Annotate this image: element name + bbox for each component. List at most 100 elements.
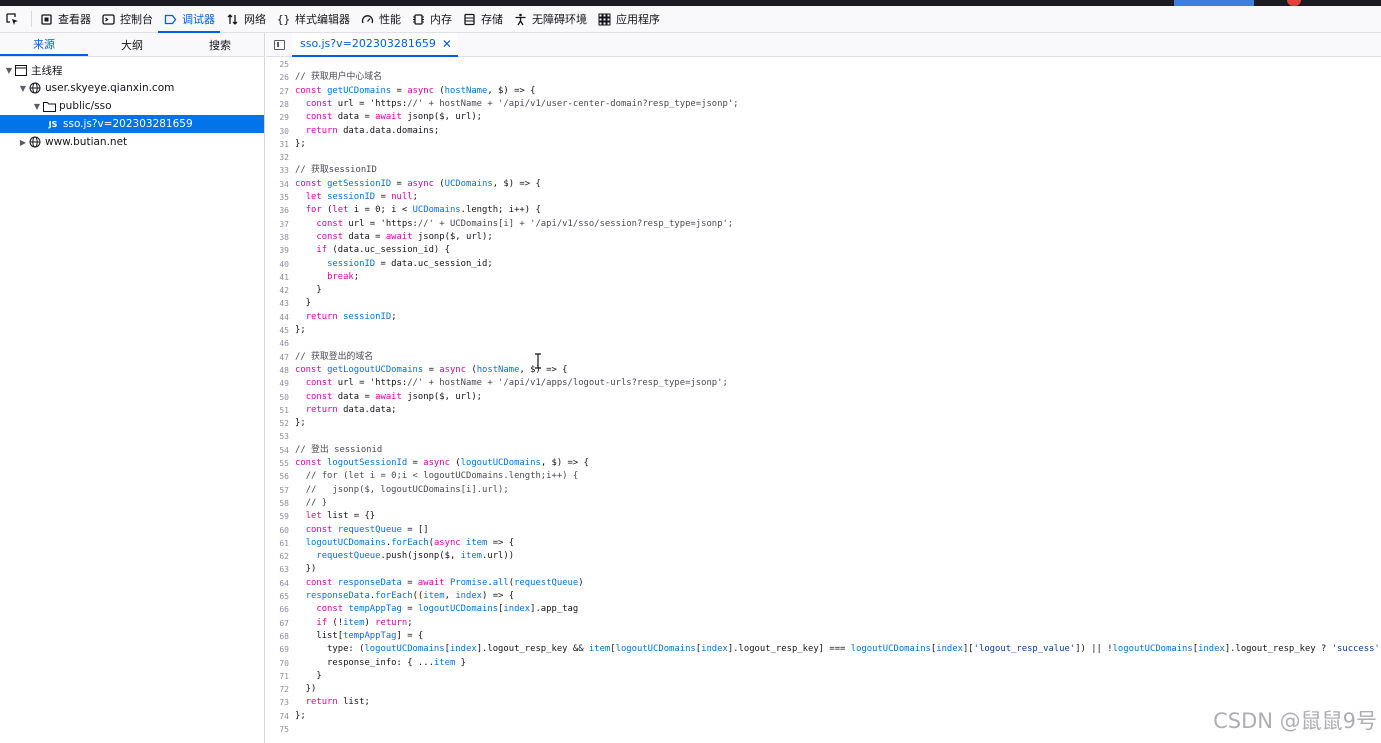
tree-item-domain-skyeye[interactable]: ▼ user.skyeye.qianxin.com [0,79,264,97]
line-number[interactable]: 65 [266,590,289,603]
line-number[interactable]: 62 [266,550,289,563]
line-number[interactable]: 70 [266,657,289,670]
line-number[interactable]: 42 [266,284,289,297]
line-number[interactable]: 57 [266,484,289,497]
line-number[interactable]: 32 [266,151,289,164]
code-line[interactable]: 40 sessionID = data.uc_session_id; [266,258,492,271]
close-icon[interactable]: ✕ [442,37,452,51]
code-line[interactable]: 57 // jsonp($, logoutUCDomains[i].url); [266,484,508,497]
code-line[interactable]: 64 const responseData = await Promise.al… [266,577,583,590]
tab-performance[interactable]: 性能 [355,6,406,33]
line-number[interactable]: 39 [266,244,289,257]
line-number[interactable]: 31 [266,138,289,151]
line-number[interactable]: 33 [266,164,289,177]
line-number[interactable]: 67 [266,617,289,630]
line-number[interactable]: 60 [266,524,289,537]
tab-sources[interactable]: 来源 [0,33,88,56]
code-line[interactable]: 32 [266,151,295,164]
code-line[interactable]: 45}; [266,324,305,337]
line-number[interactable]: 66 [266,603,289,616]
code-line[interactable]: 39 if (data.uc_session_id) { [266,244,450,257]
tree-item-folder-public-sso[interactable]: ▼ public/sso [0,97,264,115]
code-editor[interactable]: 25 26 // 获取用户中心域名 27 const getUCDomains = as… [266,58,1381,743]
code-line[interactable]: 70 response_info: { ...item } [266,657,466,670]
code-line[interactable]: 73 return list; [266,696,369,709]
element-picker-button[interactable] [0,6,29,33]
tab-memory[interactable]: 内存 [406,6,457,33]
code-line[interactable]: 25 [266,58,295,71]
code-line[interactable]: 49 const url = 'https://' + hostName + '… [266,377,727,390]
code-line[interactable]: 47 // 获取登出的域名 [266,351,373,364]
code-line[interactable]: 63 }) [266,563,316,576]
line-number[interactable]: 27 [266,85,289,98]
tab-network[interactable]: 网络 [220,6,271,33]
line-number[interactable]: 72 [266,683,289,696]
code-line[interactable]: 37 const url = 'https://' + UCDomains[i]… [266,218,733,231]
line-number[interactable]: 43 [266,297,289,310]
code-line[interactable]: 30 return data.data.domains; [266,125,439,138]
line-number[interactable]: 40 [266,258,289,271]
code-line[interactable]: 66 const tempAppTag = logoutUCDomains[in… [266,603,578,616]
code-line[interactable]: 68 list[tempAppTag] = { [266,630,423,643]
code-line[interactable]: 52}; [266,417,305,430]
tab-console[interactable]: 控制台 [96,6,158,33]
line-number[interactable]: 41 [266,271,289,284]
code-line[interactable]: 54 // 登出 sessionid [266,444,382,457]
code-line[interactable]: 44 return sessionID; [266,311,396,324]
code-line[interactable]: 50 const data = await jsonp($, url); [266,391,482,404]
tab-application[interactable]: 应用程序 [592,6,665,33]
tab-storage[interactable]: 存储 [457,6,508,33]
line-number[interactable]: 61 [266,537,289,550]
line-number[interactable]: 55 [266,457,289,470]
code-line[interactable]: 43 } [266,297,311,310]
code-line[interactable]: 55 const logoutSessionId = async (logoutU… [266,457,589,470]
code-line[interactable]: 56 // for (let i = 0;i < logoutUCDomains… [266,470,578,483]
code-line[interactable]: 35 let sessionID = null; [266,191,418,204]
code-line[interactable]: 75 [266,723,295,736]
line-number[interactable]: 38 [266,231,289,244]
line-number[interactable]: 30 [266,125,289,138]
line-number[interactable]: 47 [266,351,289,364]
code-line[interactable]: 33 // 获取sessionID [266,164,377,177]
tree-item-domain-butian[interactable]: ▶ www.butian.net [0,133,264,151]
code-line[interactable]: 71 } [266,670,321,683]
line-number[interactable]: 73 [266,696,289,709]
tree-item-main-thread[interactable]: ▼ 主线程 [0,61,264,79]
code-line[interactable]: 27 const getUCDomains = async (hostName, … [266,85,535,98]
code-line[interactable]: 38 const data = await jsonp($, url); [266,231,492,244]
line-number[interactable]: 25 [266,58,289,71]
code-line[interactable]: 26 // 获取用户中心域名 [266,71,382,84]
code-line[interactable]: 36 for (let i = 0; i < UCDomains.length;… [266,204,540,217]
code-line[interactable]: 31}; [266,138,305,151]
line-number[interactable]: 56 [266,470,289,483]
code-line[interactable]: 53 [266,430,295,443]
tab-debugger[interactable]: 调试器 [158,6,220,33]
code-line[interactable]: 29 const data = await jsonp($, url); [266,111,482,124]
tab-accessibility[interactable]: 无障碍环境 [508,6,592,33]
code-line[interactable]: 46 [266,337,295,350]
code-line[interactable]: 51 return data.data; [266,404,396,417]
tab-search[interactable]: 搜索 [176,33,264,56]
code-line[interactable]: 67 if (!item) return; [266,617,412,630]
line-number[interactable]: 46 [266,337,289,350]
code-line[interactable]: 62 requestQueue.push(jsonp($, item.url)) [266,550,514,563]
code-line[interactable]: 34 const getSessionID = async (UCDomains,… [266,178,540,191]
code-line[interactable]: 69 type: (logoutUCDomains[index].logout_… [266,643,1381,656]
line-number[interactable]: 69 [266,643,289,656]
line-number[interactable]: 36 [266,204,289,217]
line-number[interactable]: 75 [266,723,289,736]
tab-outline[interactable]: 大纲 [88,33,176,56]
line-number[interactable]: 68 [266,630,289,643]
line-number[interactable]: 49 [266,377,289,390]
code-line[interactable]: 65 responseData.forEach((item, index) =>… [266,590,514,603]
line-number[interactable]: 63 [266,563,289,576]
code-line[interactable]: 59 let list = {} [266,510,375,523]
line-number[interactable]: 28 [266,98,289,111]
editor-file-tab[interactable]: sso.js?v=202303281659 ✕ [292,32,458,57]
code-line[interactable]: 28 const url = 'https://' + hostName + '… [266,98,738,111]
line-number[interactable]: 35 [266,191,289,204]
code-line[interactable]: 58 // } [266,497,327,510]
line-number[interactable]: 53 [266,430,289,443]
line-number[interactable]: 37 [266,218,289,231]
line-number[interactable]: 50 [266,391,289,404]
